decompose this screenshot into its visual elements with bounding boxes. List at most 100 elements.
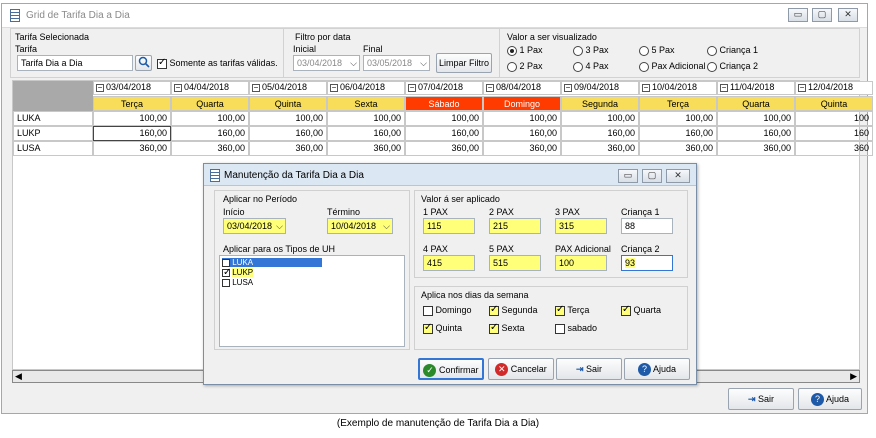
grid-cell[interactable]: 160,00	[327, 126, 405, 141]
radio-5pax[interactable]: 5 Pax	[639, 45, 675, 56]
field-3pax[interactable]: 315	[555, 218, 607, 234]
search-button[interactable]	[135, 55, 152, 71]
grid-cell[interactable]: 160,00	[405, 126, 483, 141]
collapse-icon[interactable]: −	[330, 84, 338, 92]
cancelar-button[interactable]: ✕ Cancelar	[488, 358, 554, 380]
collapse-icon[interactable]: −	[798, 84, 806, 92]
grid-cell[interactable]: 160	[795, 126, 873, 141]
dialog-sair-button[interactable]: ⇥ Sair	[556, 358, 622, 380]
dia-terca-checkbox[interactable]: Terça	[555, 304, 589, 316]
field-crianca2[interactable]: 93	[621, 255, 673, 271]
grid-cell[interactable]: 160,00	[483, 126, 561, 141]
grid-cell[interactable]: 100,00	[405, 111, 483, 126]
inicial-date-field[interactable]: 03/04/2018 ⌵	[293, 55, 360, 71]
date-header[interactable]: −08/04/2018	[483, 81, 561, 95]
collapse-icon[interactable]: −	[408, 84, 416, 92]
grid-cell[interactable]: 360,00	[483, 141, 561, 156]
radio-3pax[interactable]: 3 Pax	[573, 45, 609, 56]
dia-sabado-checkbox[interactable]: sabado	[555, 323, 597, 334]
scroll-left-icon[interactable]: ◀	[15, 371, 22, 382]
minimize-button[interactable]: ▭	[788, 8, 808, 22]
grid-cell[interactable]: 100	[795, 111, 873, 126]
grid-cell[interactable]: 360,00	[93, 141, 171, 156]
dia-quinta-checkbox[interactable]: Quinta	[423, 322, 462, 334]
radio-4pax[interactable]: 4 Pax	[573, 61, 609, 72]
grid-cell[interactable]: 360,00	[405, 141, 483, 156]
only-valid-check[interactable]	[157, 57, 167, 69]
field-pax-adicional[interactable]: 100	[555, 255, 607, 271]
field-crianca1[interactable]: 88	[621, 218, 673, 234]
date-header[interactable]: −11/04/2018	[717, 81, 795, 95]
grid-cell[interactable]: 160,00	[249, 126, 327, 141]
final-date-field[interactable]: 03/05/2018 ⌵	[363, 55, 430, 71]
tarifa-input[interactable]: Tarifa Dia a Dia	[17, 55, 133, 71]
day-header: Sábado	[405, 96, 483, 111]
grid-cell[interactable]: 360,00	[717, 141, 795, 156]
confirmar-button[interactable]: ✓ Confirmar	[418, 358, 484, 380]
close-button[interactable]: ✕	[838, 8, 858, 22]
grid-cell[interactable]: 160,00	[93, 126, 171, 141]
radio-2pax[interactable]: 2 Pax	[507, 61, 543, 72]
grid-cell[interactable]: 360,00	[639, 141, 717, 156]
tipo-item-lusa[interactable]: LUSA	[222, 278, 253, 287]
field-2pax[interactable]: 215	[489, 218, 541, 234]
collapse-icon[interactable]: −	[174, 84, 182, 92]
grid-cell[interactable]: 360,00	[249, 141, 327, 156]
maximize-button[interactable]: ▢	[812, 8, 832, 22]
collapse-icon[interactable]: −	[642, 84, 650, 92]
grid-cell[interactable]: 100,00	[561, 111, 639, 126]
footer-ajuda-button[interactable]: ? Ajuda	[798, 388, 862, 410]
dia-sexta-checkbox[interactable]: Sexta	[489, 322, 525, 334]
footer-sair-button[interactable]: ⇥ Sair	[728, 388, 794, 410]
grid-cell[interactable]: 100,00	[93, 111, 171, 126]
grid-cell[interactable]: 100,00	[249, 111, 327, 126]
date-header[interactable]: −12/04/2018	[795, 81, 873, 95]
date-header[interactable]: −07/04/2018	[405, 81, 483, 95]
dialog-ajuda-button[interactable]: ? Ajuda	[624, 358, 690, 380]
termino-date-field[interactable]: 10/04/2018 ⌵	[327, 218, 393, 234]
grid-cell[interactable]: 100,00	[327, 111, 405, 126]
dialog-maximize-button[interactable]: ▢	[642, 169, 662, 183]
collapse-icon[interactable]: −	[486, 84, 494, 92]
grid-cell[interactable]: 160,00	[561, 126, 639, 141]
grid-cell[interactable]: 360,00	[327, 141, 405, 156]
grid-cell[interactable]: 100,00	[483, 111, 561, 126]
grid-cell[interactable]: 360	[795, 141, 873, 156]
tipo-item-lukp[interactable]: LUKP	[222, 267, 254, 278]
collapse-icon[interactable]: −	[564, 84, 572, 92]
radio-crianca2[interactable]: Criança 2	[707, 61, 758, 72]
date-header[interactable]: −04/04/2018	[171, 81, 249, 95]
field-4pax[interactable]: 415	[423, 255, 475, 271]
radio-crianca1[interactable]: Criança 1	[707, 45, 758, 56]
grid-cell[interactable]: 360,00	[561, 141, 639, 156]
grid-cell[interactable]: 360,00	[171, 141, 249, 156]
radio-1pax[interactable]: 1 Pax	[507, 45, 543, 56]
dia-domingo-checkbox[interactable]: Domingo	[423, 305, 472, 316]
tipo-item-luka[interactable]: LUKA	[222, 258, 322, 267]
grid-cell[interactable]: 100,00	[171, 111, 249, 126]
collapse-icon[interactable]: −	[252, 84, 260, 92]
date-header[interactable]: −10/04/2018	[639, 81, 717, 95]
field-1pax[interactable]: 115	[423, 218, 475, 234]
grid-cell[interactable]: 100,00	[717, 111, 795, 126]
dialog-minimize-button[interactable]: ▭	[618, 169, 638, 183]
date-header[interactable]: −06/04/2018	[327, 81, 405, 95]
dia-quarta-checkbox[interactable]: Quarta	[621, 304, 661, 316]
collapse-icon[interactable]: −	[96, 84, 104, 92]
grid-cell[interactable]: 100,00	[639, 111, 717, 126]
radio-pax-adicional[interactable]: Pax Adicional	[639, 61, 706, 72]
grid-cell[interactable]: 160,00	[717, 126, 795, 141]
date-header[interactable]: −05/04/2018	[249, 81, 327, 95]
only-valid-checkbox[interactable]: Somente as tarifas válidas.	[157, 57, 278, 69]
grid-cell[interactable]: 160,00	[639, 126, 717, 141]
grid-cell[interactable]: 160,00	[171, 126, 249, 141]
limpar-filtro-button[interactable]: Limpar Filtro	[436, 53, 492, 73]
inicio-date-field[interactable]: 03/04/2018 ⌵	[223, 218, 286, 234]
date-header[interactable]: −09/04/2018	[561, 81, 639, 95]
date-header[interactable]: −03/04/2018	[93, 81, 171, 95]
dialog-close-button[interactable]: ✕	[666, 169, 690, 183]
field-5pax[interactable]: 515	[489, 255, 541, 271]
collapse-icon[interactable]: −	[720, 84, 728, 92]
dia-segunda-checkbox[interactable]: Segunda	[489, 304, 538, 316]
scroll-right-icon[interactable]: ▶	[850, 371, 857, 382]
